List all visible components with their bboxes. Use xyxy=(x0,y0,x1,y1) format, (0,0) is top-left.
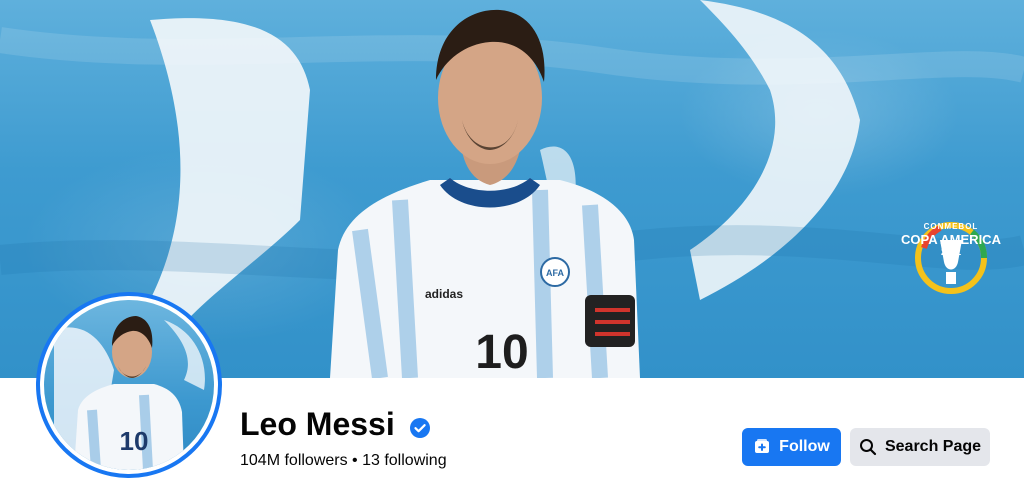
follow-icon xyxy=(755,439,770,453)
verified-badge-icon xyxy=(410,418,430,438)
search-page-label: Search Page xyxy=(884,438,982,455)
avatar-artwork: 10 xyxy=(54,316,205,470)
copa-year-text: 2021 xyxy=(940,247,962,257)
profile-picture[interactable]: 10 xyxy=(36,292,222,478)
copa-america-logo: CONMEBOL COPA AMERICA 2021 xyxy=(896,222,1006,258)
check-icon xyxy=(414,424,426,433)
copa-org-text: CONMEBOL xyxy=(923,222,979,231)
follow-label: Follow xyxy=(779,438,830,455)
copa-title-text: COPA AMERICA xyxy=(901,232,1001,247)
search-icon xyxy=(859,439,877,456)
avatar-border: 10 xyxy=(40,296,218,474)
crest-text: AFA xyxy=(546,268,565,278)
kit-brand: adidas xyxy=(425,287,463,301)
avatar: 10 xyxy=(44,300,214,470)
avatar-jersey-number: 10 xyxy=(120,426,149,456)
search-page-button[interactable]: Search Page xyxy=(850,428,990,466)
follower-stats: 104M followers • 13 following xyxy=(240,452,447,469)
jersey-number: 10 xyxy=(475,326,528,378)
page-title: Leo Messi xyxy=(240,406,395,442)
follow-button[interactable]: Follow xyxy=(742,428,841,466)
